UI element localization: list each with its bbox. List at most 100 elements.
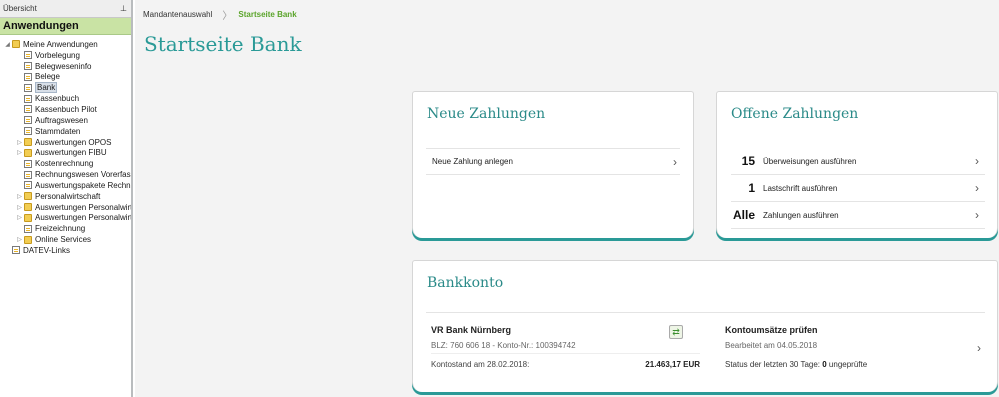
document-icon [24,83,32,92]
tree-item-label: Auswertungen FIBU [35,148,107,158]
count-lastschrift: 1 [748,181,755,195]
tree-item[interactable]: Kassenbuch Pilot [0,104,131,115]
main-content: Mandantenauswahl 〉 Startseite Bank Start… [135,0,999,397]
tree-item[interactable]: ▷ Personalwirtschaft [0,191,131,202]
divider [431,353,700,354]
status-prefix: Status der letzten 30 Tage: [725,360,823,369]
tree-item[interactable]: Auftragswesen [0,115,131,126]
card-title-offene-zahlungen: Offene Zahlungen [731,106,859,122]
document-icon [24,181,32,190]
tree-item-label: Kostenrechnung [35,159,94,169]
bankkonto-row[interactable]: VR Bank Nürnberg BLZ: 760 606 18 - Konto… [426,312,985,381]
label-alle-zahlungen: Zahlungen ausführen [763,210,839,220]
card-neue-zahlungen: Neue Zahlungen Neue Zahlung anlegen › [412,91,694,238]
document-icon [24,116,32,125]
expand-arrow-icon[interactable]: ▷ [15,139,24,146]
document-icon [24,105,32,114]
tree-item[interactable]: Bank [0,82,131,94]
sync-icon[interactable]: ⇄ [669,325,683,339]
tree-item-label: Personalwirtschaft [35,191,101,201]
sidebar-header: Übersicht ⊥ [0,0,131,18]
expand-arrow-icon[interactable]: ▷ [15,193,24,200]
tree-item[interactable]: Rechnungswesen Vorerfass [0,169,131,180]
document-icon [24,127,32,136]
breadcrumb-separator-icon: 〉 [222,11,233,22]
tree-item-label: Kassenbuch Pilot [35,104,97,114]
kontoumsaetze-pruefen-title: Kontoumsätze prüfen [725,325,818,335]
document-icon [24,51,32,60]
tree-item-label: Stammdaten [35,126,81,136]
expand-arrow-icon[interactable]: ▷ [15,204,24,211]
tree-item[interactable]: Vorbelegung [0,50,131,61]
pin-icon[interactable]: ⊥ [120,4,127,13]
tree-item-label: Auftragswesen [35,115,88,125]
tree-item[interactable]: Freizeichnung [0,223,131,234]
count-alle: Alle [732,208,755,222]
neue-zahlung-anlegen-label: Neue Zahlung anlegen [432,157,513,166]
kontoumsaetze-status: Status der letzten 30 Tage: 0 ungeprüfte [725,360,867,369]
chevron-right-icon: › [977,341,981,355]
section-title-anwendungen: Anwendungen [0,18,131,35]
tree-item[interactable]: ▷ Auswertungen Personalwirt [0,213,131,224]
tree-item-label: Meine Anwendungen [23,39,98,49]
document-icon [24,170,32,179]
card-bankkonto: Bankkonto VR Bank Nürnberg BLZ: 760 606 … [412,260,998,392]
status-suffix: ungeprüfte [826,360,868,369]
card-title-bankkonto: Bankkonto [427,275,504,291]
tree-item-label: Auswertungspakete Rechnu [35,180,131,190]
chevron-right-icon: › [975,181,979,195]
page-title: Startseite Bank [144,32,302,56]
expand-arrow-icon[interactable]: ◢ [3,41,12,48]
expand-arrow-icon[interactable]: ▷ [15,214,24,221]
tree-item-label: Freizeichnung [35,224,86,234]
card-title-neue-zahlungen: Neue Zahlungen [427,106,546,122]
tree-item[interactable]: DATEV-Links [0,245,131,256]
tree-item[interactable]: Kassenbuch [0,93,131,104]
document-icon [24,62,32,71]
chevron-right-icon: › [975,154,979,168]
chevron-right-icon: › [673,154,677,169]
tree-item[interactable]: Kostenrechnung [0,158,131,169]
folder-icon [12,40,20,49]
breadcrumb: Mandantenauswahl 〉 Startseite Bank [143,7,297,22]
offene-row-alle[interactable]: Alle Zahlungen ausführen › [731,202,985,229]
folder-icon [24,213,32,222]
sidebar-header-label: Übersicht [3,4,37,13]
offene-row-lastschrift[interactable]: 1 Lastschrift ausführen › [731,175,985,202]
document-icon [24,159,32,168]
document-icon [24,94,32,103]
folder-icon [24,148,32,157]
document-icon [12,246,20,255]
tree-item[interactable]: Auswertungspakete Rechnu [0,180,131,191]
expand-arrow-icon[interactable]: ▷ [15,149,24,156]
expand-arrow-icon[interactable]: ▷ [15,236,24,243]
tree-item-label: Belegweseninfo [35,61,92,71]
tree-item[interactable]: Belegweseninfo [0,61,131,72]
label-lastschrift: Lastschrift ausführen [763,183,838,193]
tree-item[interactable]: Stammdaten [0,126,131,137]
tree-item-label: Rechnungswesen Vorerfass [35,170,131,180]
tree-item[interactable]: Belege [0,72,131,83]
label-ueberweisungen: Überweisungen ausführen [763,156,857,166]
folder-icon [24,192,32,201]
tree-item-label: Kassenbuch [35,94,80,104]
tree-item-label: Auswertungen Personalwirt [35,202,131,212]
tree-item[interactable]: ◢ Meine Anwendungen [0,39,131,50]
tree-item[interactable]: ▷ Auswertungen OPOS [0,137,131,148]
sidebar: Übersicht ⊥ Anwendungen ◢ Meine Anwendung… [0,0,133,397]
bank-details: BLZ: 760 606 18 - Konto-Nr.: 100394742 [431,341,576,350]
tree-item-label: Bank [35,82,58,94]
count-ueberweisungen: 15 [741,154,755,168]
card-offene-zahlungen: Offene Zahlungen 15 Überweisungen ausfüh… [716,91,998,238]
tree-item-label: Vorbelegung [35,50,80,60]
breadcrumb-current: Startseite Bank [238,10,297,19]
neue-zahlung-anlegen-link[interactable]: Neue Zahlung anlegen › [426,148,680,175]
tree-item-label: Online Services [35,235,92,245]
bank-name: VR Bank Nürnberg [431,325,512,335]
kontoumsaetze-bearbeitet: Bearbeitet am 04.05.2018 [725,341,818,350]
offene-row-ueberweisungen[interactable]: 15 Überweisungen ausführen › [731,148,985,175]
tree-item[interactable]: ▷ Auswertungen Personalwirt [0,202,131,213]
tree-item[interactable]: ▷ Online Services [0,234,131,245]
tree-item[interactable]: ▷ Auswertungen FIBU [0,147,131,158]
breadcrumb-mandantenauswahl[interactable]: Mandantenauswahl [143,10,212,19]
